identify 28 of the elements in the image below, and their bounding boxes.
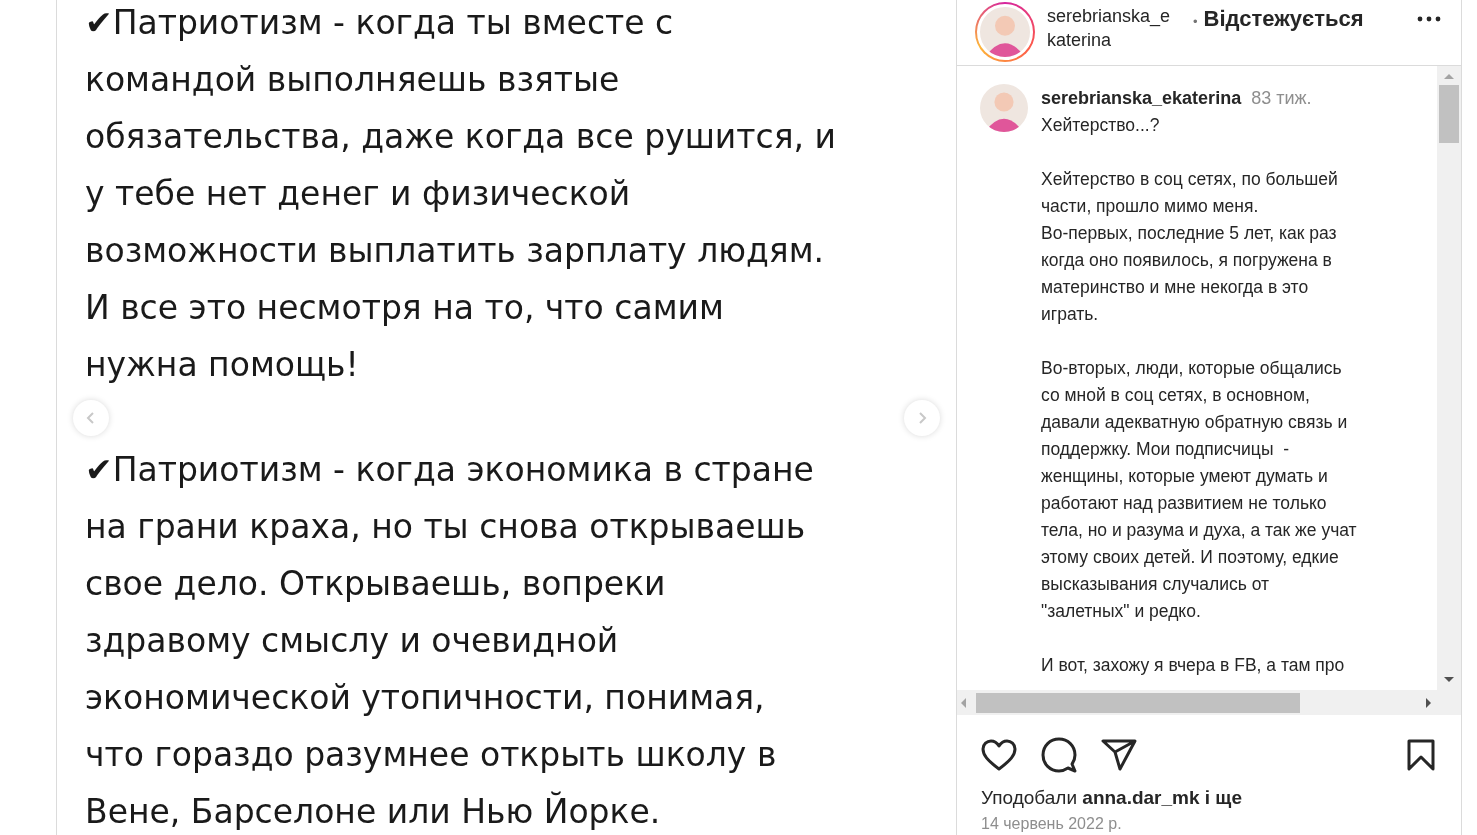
separator-dot: •: [1193, 14, 1198, 29]
story-ring-avatar[interactable]: [975, 2, 1035, 62]
scroll-left-arrow-icon[interactable]: [961, 697, 966, 708]
following-button[interactable]: Відстежується: [1203, 6, 1364, 32]
scrollbar-thumb[interactable]: [976, 692, 1300, 713]
comment-icon[interactable]: [1041, 737, 1077, 773]
bookmark-icon[interactable]: [1407, 739, 1435, 771]
post-date: 14 червень 2022 р.: [980, 814, 1123, 833]
slide-paragraph: ✔Патриотизм - когда ты вместе с командой выполняешь взятые обязательства, даже когда все рушится, и у тебе нет денег и физической возможности выплатить зарплату людям. И все это несмотря на то, что самим нужна помощь!: [85, 2, 837, 386]
username-link[interactable]: serebrianska_ekaterina: [1041, 88, 1242, 108]
comment-time: 83 тиж.: [1251, 88, 1312, 108]
scroll-down-arrow-icon[interactable]: [1444, 677, 1454, 682]
scroll-up-arrow-icon[interactable]: [1444, 74, 1454, 79]
username-link[interactable]: serebrianska_ekaterina: [1047, 0, 1179, 52]
heart-icon[interactable]: [981, 739, 1017, 771]
horizontal-scrollbar[interactable]: [957, 690, 1461, 715]
comment-text: Хейтерство...?: [1041, 114, 1161, 137]
avatar[interactable]: [980, 84, 1028, 132]
likes-text: Уподобали anna.dar_mk і ще: [980, 786, 1243, 809]
comment-text: Хейтерство в соц сетях, по большей части, прошло мимо меня. Во-первых, последние 5 лет, как раз когда оно появилось, я погружена в материнство и мне некогда в это играть.: [1041, 168, 1339, 326]
comment-text: Во-вторых, люди, которые общались со мной в соц сетях, в основном, давали адекватную обратную связь и поддержку. Мои подписчицы - женщины, которые умеют думать и работают над развитием не только тела, но и разума и духа, а так же учат этому своих детей. И поэтому, едкие высказывания случались от "залетных" и редко.: [1041, 357, 1357, 623]
slide-paragraph: ✔Патриотизм - когда экономика в стране на грани краха, но ты снова открываешь свое дело. Открываешь, вопреки здравому смыслу и очевидной экономической утопичности, понимая, что гораздо разумнее открыть школу в Вене, Барселоне или Нью Йорке.: [85, 449, 815, 833]
vertical-scrollbar[interactable]: [1437, 66, 1461, 690]
comment-text: И вот, захожу я вчера в FB, а там про: [1041, 654, 1346, 677]
send-icon[interactable]: [1101, 739, 1137, 771]
scroll-right-arrow-icon[interactable]: [1426, 697, 1431, 708]
more-options-icon[interactable]: [1417, 16, 1441, 22]
scrollbar-thumb[interactable]: [1439, 85, 1459, 143]
